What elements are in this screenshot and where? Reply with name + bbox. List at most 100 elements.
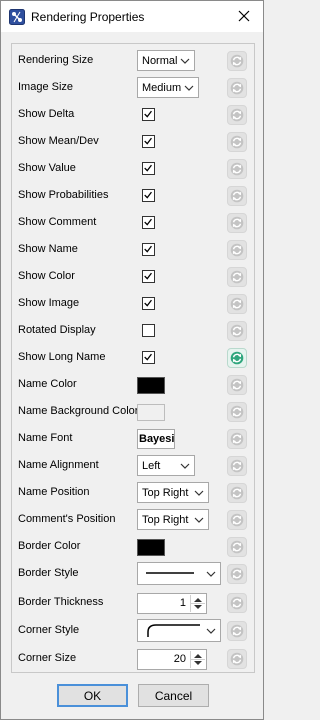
label-corner-size: Corner Size bbox=[18, 652, 77, 664]
chevron-down-icon bbox=[205, 568, 217, 580]
property-row-show-long-name: Show Long Name bbox=[12, 345, 254, 372]
reset-show-mean-dev-button[interactable] bbox=[227, 132, 247, 152]
name-font-value: BayesiaLab bbox=[139, 433, 175, 445]
label-comments-position: Comment's Position bbox=[18, 513, 116, 525]
refresh-icon bbox=[228, 214, 246, 235]
property-row-name-color: Name Color bbox=[12, 372, 254, 399]
reset-border-style-button[interactable] bbox=[227, 564, 247, 584]
show-comment-checkbox[interactable] bbox=[142, 216, 155, 229]
show-long-name-checkbox[interactable] bbox=[142, 351, 155, 364]
reset-border-color-button[interactable] bbox=[227, 537, 247, 557]
property-row-name-position: Name Position Top Right bbox=[12, 480, 254, 507]
corner-size-spinner[interactable]: 20 bbox=[137, 649, 207, 670]
properties-panel: Rendering Size Normal Image Size Medium Show… bbox=[11, 43, 255, 673]
reset-show-image-button[interactable] bbox=[227, 294, 247, 314]
reset-name-position-button[interactable] bbox=[227, 483, 247, 503]
reset-show-color-button[interactable] bbox=[227, 267, 247, 287]
property-row-name-font: Name Font BayesiaLab bbox=[12, 426, 254, 453]
border-color-swatch[interactable] bbox=[137, 539, 165, 556]
reset-show-comment-button[interactable] bbox=[227, 213, 247, 233]
name-position-dropdown[interactable]: Top Right bbox=[137, 482, 209, 503]
label-border-style: Border Style bbox=[18, 567, 79, 579]
name-alignment-dropdown-value: Left bbox=[142, 459, 161, 472]
rendering-size-dropdown-value: Normal bbox=[142, 54, 178, 67]
image-size-dropdown[interactable]: Medium bbox=[137, 77, 199, 98]
show-value-checkbox[interactable] bbox=[142, 162, 155, 175]
property-row-show-image: Show Image bbox=[12, 291, 254, 318]
rendering-size-dropdown[interactable]: Normal bbox=[137, 50, 195, 71]
reset-border-thickness-button[interactable] bbox=[227, 593, 247, 613]
show-mean-dev-checkbox[interactable] bbox=[142, 135, 155, 148]
label-name-background-color: Name Background Color bbox=[18, 405, 139, 417]
border-style-dropdown[interactable] bbox=[137, 562, 221, 585]
ok-button[interactable]: OK bbox=[57, 684, 128, 707]
property-row-comments-position: Comment's Position Top Right bbox=[12, 507, 254, 534]
reset-name-alignment-button[interactable] bbox=[227, 456, 247, 476]
rounded-corner-preview bbox=[146, 623, 202, 641]
label-show-comment: Show Comment bbox=[18, 216, 97, 228]
property-row-image-size: Image Size Medium bbox=[12, 75, 254, 102]
property-row-name-background-color: Name Background Color bbox=[12, 399, 254, 426]
property-row-show-delta: Show Delta bbox=[12, 102, 254, 129]
property-row-show-mean-dev: Show Mean/Dev bbox=[12, 129, 254, 156]
property-row-show-name: Show Name bbox=[12, 237, 254, 264]
reset-rotated-display-button[interactable] bbox=[227, 321, 247, 341]
show-probabilities-checkbox[interactable] bbox=[142, 189, 155, 202]
reset-image-size-button[interactable] bbox=[227, 78, 247, 98]
name-color-swatch[interactable] bbox=[137, 377, 165, 394]
reset-name-font-button[interactable] bbox=[227, 429, 247, 449]
reset-show-long-name-button[interactable] bbox=[227, 348, 247, 368]
chevron-down-icon bbox=[193, 514, 205, 526]
reset-show-probabilities-button[interactable] bbox=[227, 186, 247, 206]
refresh-icon bbox=[228, 403, 246, 424]
refresh-icon bbox=[228, 484, 246, 505]
show-color-checkbox[interactable] bbox=[142, 270, 155, 283]
label-corner-style: Corner Style bbox=[18, 624, 80, 636]
cancel-button-label: Cancel bbox=[154, 688, 193, 703]
close-button[interactable] bbox=[229, 4, 259, 28]
chevron-down-icon bbox=[205, 625, 217, 637]
refresh-icon bbox=[228, 349, 246, 370]
reset-name-background-color-button[interactable] bbox=[227, 402, 247, 422]
spinner-arrows-icon[interactable] bbox=[190, 595, 205, 612]
comments-position-dropdown[interactable]: Top Right bbox=[137, 509, 209, 530]
label-name-position: Name Position bbox=[18, 486, 90, 498]
refresh-icon bbox=[228, 322, 246, 343]
reset-name-color-button[interactable] bbox=[227, 375, 247, 395]
chevron-down-icon bbox=[179, 460, 191, 472]
property-row-show-probabilities: Show Probabilities bbox=[12, 183, 254, 210]
refresh-icon bbox=[228, 376, 246, 397]
label-show-image: Show Image bbox=[18, 297, 80, 309]
refresh-icon bbox=[228, 52, 246, 73]
property-row-name-alignment: Name Alignment Left bbox=[12, 453, 254, 480]
name-font-button[interactable]: BayesiaLab bbox=[137, 429, 175, 449]
reset-show-value-button[interactable] bbox=[227, 159, 247, 179]
show-name-checkbox[interactable] bbox=[142, 243, 155, 256]
property-row-show-value: Show Value bbox=[12, 156, 254, 183]
reset-show-delta-button[interactable] bbox=[227, 105, 247, 125]
border-thickness-spinner[interactable]: 1 bbox=[137, 593, 207, 614]
show-image-checkbox[interactable] bbox=[142, 297, 155, 310]
chevron-down-icon bbox=[193, 487, 205, 499]
refresh-icon bbox=[228, 268, 246, 289]
rotated-display-checkbox[interactable] bbox=[142, 324, 155, 337]
refresh-icon bbox=[228, 457, 246, 478]
name-background-color-swatch[interactable] bbox=[137, 404, 165, 421]
refresh-icon bbox=[228, 106, 246, 127]
reset-show-name-button[interactable] bbox=[227, 240, 247, 260]
spinner-arrows-icon[interactable] bbox=[190, 651, 205, 668]
show-delta-checkbox[interactable] bbox=[142, 108, 155, 121]
corner-style-dropdown[interactable] bbox=[137, 619, 221, 642]
label-border-thickness: Border Thickness bbox=[18, 596, 104, 608]
reset-corner-size-button[interactable] bbox=[227, 649, 247, 669]
refresh-icon bbox=[228, 133, 246, 154]
label-show-mean-dev: Show Mean/Dev bbox=[18, 135, 99, 147]
cancel-button[interactable]: Cancel bbox=[138, 684, 209, 707]
reset-rendering-size-button[interactable] bbox=[227, 51, 247, 71]
refresh-icon bbox=[228, 430, 246, 451]
name-alignment-dropdown[interactable]: Left bbox=[137, 455, 195, 476]
border-thickness-value: 1 bbox=[179, 597, 186, 609]
reset-comments-position-button[interactable] bbox=[227, 510, 247, 530]
chevron-down-icon bbox=[179, 55, 191, 67]
reset-corner-style-button[interactable] bbox=[227, 621, 247, 641]
